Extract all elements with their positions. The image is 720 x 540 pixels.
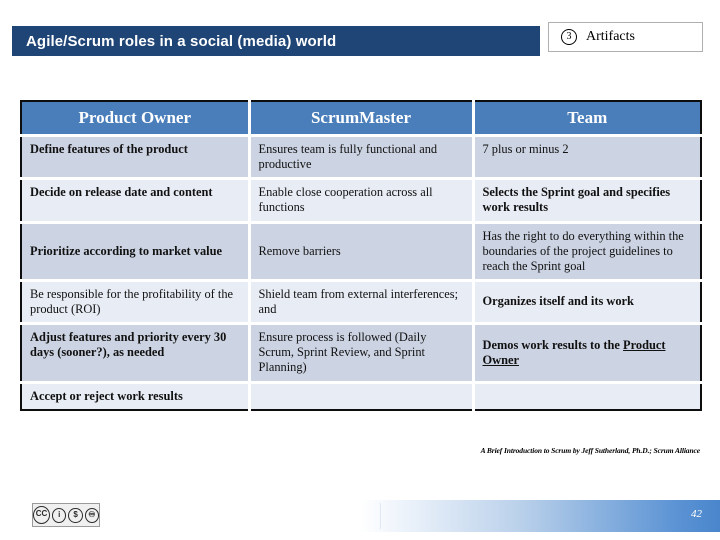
table-row: Decide on release date and content Enabl… <box>21 178 701 224</box>
creative-commons-badge[interactable]: CC i $ ♾ <box>32 503 100 527</box>
cell-team: Selects the Sprint goal and specifies wo… <box>473 178 701 224</box>
cell-team-text: Demos work results to the <box>482 337 624 352</box>
cell-team: 7 plus or minus 2 <box>473 135 701 181</box>
cell-team: Organizes itself and its work <box>473 280 701 326</box>
cell-scrummaster: Remove barriers <box>249 222 475 282</box>
column-header-product-owner: Product Owner <box>21 101 251 137</box>
cell-product-owner: Define features of the product <box>21 135 251 181</box>
table-row: Prioritize according to market value Rem… <box>21 222 701 282</box>
scrum-roles-table: Product Owner ScrumMaster Team Define fe… <box>20 100 702 411</box>
footer-tick-divider <box>380 503 381 529</box>
cc-logo-icon: CC <box>33 506 51 524</box>
table-header-row: Product Owner ScrumMaster Team <box>21 101 701 137</box>
page-title: Agile/Scrum roles in a social (media) wo… <box>26 32 337 50</box>
cell-scrummaster: Ensures team is fully functional and pro… <box>249 135 475 181</box>
artifacts-badge-label: Artifacts <box>586 29 635 44</box>
cell-product-owner: Prioritize according to market value <box>21 222 251 282</box>
source-attribution: A Brief Introduction to Scrum by Jeff Su… <box>480 446 701 455</box>
cell-scrummaster: Shield team from external interferences;… <box>249 280 475 326</box>
page-number: 42 <box>691 508 702 520</box>
cell-product-owner: Accept or reject work results <box>21 382 251 410</box>
footer-gradient-bar: 42 <box>360 500 720 532</box>
cell-scrummaster: Ensure process is followed (Daily Scrum,… <box>249 323 475 384</box>
cell-team: Has the right to do everything within th… <box>473 222 701 282</box>
cc-by-icon: i <box>52 507 67 523</box>
cc-sa-icon: ♾ <box>84 507 100 523</box>
table-row: Adjust features and priority every 30 da… <box>21 323 701 384</box>
cell-scrummaster: Enable close cooperation across all func… <box>249 178 475 224</box>
cell-team <box>473 382 701 410</box>
table-row: Be responsible for the profitability of … <box>21 280 701 326</box>
artifacts-badge[interactable]: 3 Artifacts <box>548 22 703 52</box>
circled-number-icon: 3 <box>561 29 577 45</box>
column-header-scrummaster: ScrumMaster <box>249 101 475 137</box>
table-row: Define features of the product Ensures t… <box>21 135 701 181</box>
cc-nc-icon: $ <box>68 507 83 523</box>
cell-team: Demos work results to the Product Owner <box>473 323 701 384</box>
slide-title-banner: Agile/Scrum roles in a social (media) wo… <box>12 26 540 56</box>
table-row: Accept or reject work results <box>21 382 701 410</box>
column-header-team: Team <box>473 101 701 137</box>
cell-product-owner: Adjust features and priority every 30 da… <box>21 323 251 384</box>
cell-product-owner: Be responsible for the profitability of … <box>21 280 251 326</box>
cell-scrummaster <box>249 382 475 410</box>
cell-product-owner: Decide on release date and content <box>21 178 251 224</box>
